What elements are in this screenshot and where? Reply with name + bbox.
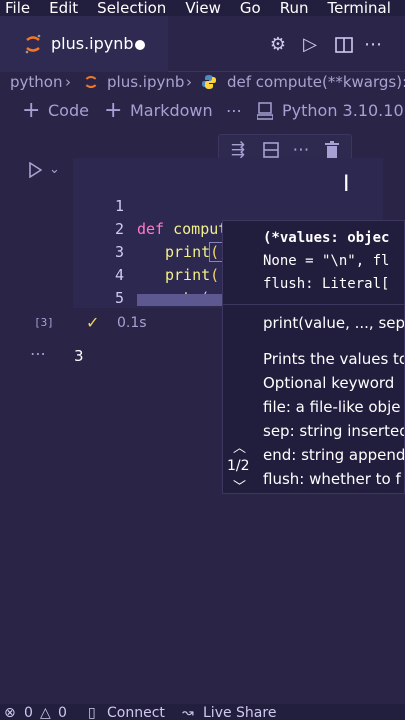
signature-help-popup: (*values: objec None = "\n", fl flush: L… — [222, 220, 405, 494]
kernel-icon — [257, 102, 273, 120]
cell-output: ⋯ 3 — [0, 344, 222, 368]
more-icon[interactable]: ⋯ — [226, 98, 242, 124]
breadcrumb: python › plus.ipynb › def compute(**kwar… — [0, 72, 405, 92]
documentation: print(value, ..., sep Prints the values … — [263, 311, 405, 491]
warnings-count[interactable]: 0 — [58, 704, 67, 720]
split-editor-icon[interactable] — [334, 35, 354, 55]
output-more-icon[interactable]: ⋯ — [30, 344, 47, 363]
execution-duration: 0.1s — [117, 315, 147, 331]
menu-file[interactable]: File — [5, 0, 30, 16]
output-value: 3 — [74, 347, 84, 365]
problems-count[interactable]: 0 — [24, 704, 33, 720]
tab-bar: plus.ipynb ⚙ ▷ ⋯ — [0, 16, 405, 72]
menu-bar: File Edit Selection View Go Run Terminal — [0, 0, 405, 16]
doc-line: file: a file-like obje — [263, 398, 401, 416]
signature: (*values: objec None = "\n", fl flush: L… — [263, 227, 389, 296]
connect-button[interactable]: Connect — [107, 704, 165, 720]
more-icon[interactable]: ⋯ — [291, 140, 311, 160]
run-cell-icon[interactable] — [28, 162, 42, 178]
jupyter-icon — [25, 34, 41, 54]
code-line: 1 def compute(**kwargs): — [100, 172, 336, 238]
doc-line: end: string append — [263, 446, 405, 464]
status-bar: ⊗ 0 △ 0 ▯ Connect ↝ Live Share — [0, 704, 405, 720]
run-by-line-icon[interactable]: ⇶ — [228, 140, 248, 160]
overload-counter: 1/2 — [227, 458, 250, 474]
live-share-icon: ↝ — [182, 705, 194, 720]
notebook-toolbar: + Code + Markdown ⋯ Python 3.10.10 — [0, 98, 405, 124]
doc-line: Prints the values to — [263, 350, 405, 368]
text-cursor-icon: I — [343, 172, 350, 197]
code-line: 4 compute(a — [100, 241, 218, 307]
signature-line: flush: Literal[ — [263, 276, 390, 292]
warning-icon[interactable]: △ — [40, 704, 51, 720]
unsaved-dot-icon[interactable] — [135, 40, 145, 50]
menu-view[interactable]: View — [185, 0, 221, 16]
trash-icon[interactable] — [322, 140, 342, 160]
breadcrumb-symbol[interactable]: def compute(**kwargs): — [227, 72, 405, 92]
breadcrumb-file[interactable]: plus.ipynb — [107, 72, 184, 92]
code-line: 3 print( — [100, 218, 219, 284]
tab-plus-ipynb[interactable]: plus.ipynb — [0, 16, 168, 72]
line-number: 5 — [114, 289, 124, 307]
add-markdown-button[interactable]: Markdown — [130, 98, 213, 124]
chevron-down-icon[interactable]: ﹀ — [233, 476, 246, 493]
horizontal-scrollbar[interactable] — [137, 294, 223, 306]
live-share-button[interactable]: Live Share — [203, 704, 276, 720]
execution-count: [3] — [34, 316, 54, 329]
chevron-down-icon[interactable]: ⌄ — [49, 162, 60, 177]
menu-terminal[interactable]: Terminal — [328, 0, 391, 16]
plus-icon: + — [22, 98, 41, 123]
add-code-button[interactable]: Code — [48, 98, 89, 124]
doc-line: flush: whether to f — [263, 470, 401, 488]
run-icon[interactable]: ▷ — [300, 35, 320, 55]
doc-line: print(value, ..., sep — [263, 314, 405, 332]
check-icon: ✓ — [86, 313, 100, 332]
tab-label: plus.ipynb — [51, 34, 134, 53]
error-icon[interactable]: ⊗ — [4, 704, 16, 720]
signature-line: (*values: objec — [263, 230, 390, 246]
chevron-up-icon[interactable]: ︿ — [233, 437, 246, 456]
overload-navigator: ︿ 1/2 ﹀ — [223, 437, 261, 493]
doc-line: sep: string inserted — [263, 422, 405, 440]
code-text: print( — [165, 266, 220, 284]
jupyter-icon — [85, 75, 97, 89]
cell-status: [3] ✓ 0.1s — [0, 314, 222, 334]
kernel-picker[interactable]: Python 3.10.10 — [282, 98, 404, 124]
menu-run[interactable]: Run — [280, 0, 309, 16]
chevron-right-icon: › — [65, 73, 71, 91]
doc-line: Optional keyword — [263, 374, 395, 392]
divider — [223, 304, 404, 305]
plus-icon: + — [104, 98, 123, 123]
code-line: 5 — [100, 264, 136, 307]
menu-selection[interactable]: Selection — [97, 0, 166, 16]
more-icon[interactable]: ⋯ — [363, 35, 383, 55]
code-line: 2 print() — [100, 195, 230, 262]
menu-go[interactable]: Go — [240, 0, 261, 16]
split-cell-icon[interactable] — [261, 140, 281, 160]
chevron-right-icon: › — [186, 73, 192, 91]
python-icon — [202, 75, 216, 89]
breadcrumb-folder[interactable]: python — [10, 72, 62, 92]
gear-icon[interactable]: ⚙ — [268, 35, 288, 55]
signature-line: None = "\n", fl — [263, 253, 390, 269]
menu-edit[interactable]: Edit — [49, 0, 78, 16]
database-icon: ▯ — [88, 705, 96, 720]
code-text: print() — [165, 242, 230, 262]
